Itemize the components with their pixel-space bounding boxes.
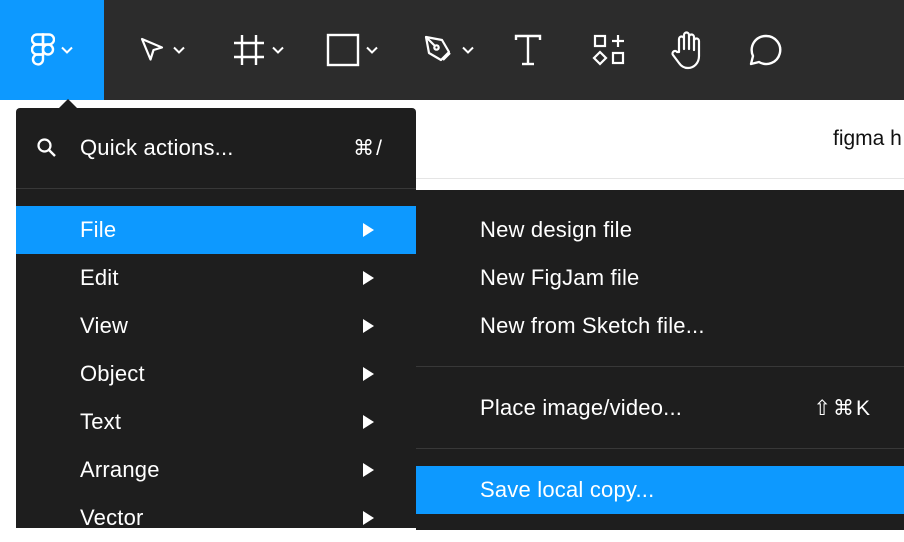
submenu-item-new-from-sketch[interactable]: New from Sketch file...: [416, 302, 904, 350]
canvas-divider: [416, 178, 904, 179]
menu-item-label: View: [80, 313, 129, 338]
pen-nib-icon: [424, 35, 451, 62]
rectangle-icon: [326, 33, 360, 67]
menu-item-object[interactable]: Object: [16, 350, 416, 398]
submenu-item-label: Place image/video...: [480, 395, 683, 420]
submenu-separator: [416, 448, 904, 449]
hand-icon: [671, 31, 701, 70]
chevron-down-icon: [366, 46, 378, 54]
toolbar: [0, 0, 904, 100]
comment-tool-button[interactable]: [742, 0, 790, 100]
submenu-item-label: New FigJam file: [480, 265, 640, 290]
menu-item-label: File: [80, 217, 117, 242]
submenu-item-new-design-file[interactable]: New design file: [416, 206, 904, 254]
quick-actions-item[interactable]: Quick actions... ⌘/: [16, 124, 416, 172]
search-icon: [37, 138, 56, 157]
chevron-down-icon: [173, 46, 185, 54]
submenu-arrow-icon: [363, 463, 374, 477]
figma-logo-icon: [31, 33, 55, 66]
main-menu-button[interactable]: [0, 0, 104, 100]
menu-item-label: Vector: [80, 505, 144, 530]
submenu-item-label: New design file: [480, 217, 633, 242]
shape-tool-button[interactable]: [318, 0, 386, 100]
menu-item-label: Arrange: [80, 457, 160, 482]
submenu-arrow-icon: [363, 415, 374, 429]
quick-actions-label: Quick actions...: [80, 135, 234, 160]
main-menu: Quick actions... ⌘/ File Edit View Objec…: [16, 108, 416, 530]
file-title: figma h: [833, 127, 902, 150]
submenu-item-new-figjam-file[interactable]: New FigJam file: [416, 254, 904, 302]
submenu-arrow-icon: [363, 271, 374, 285]
file-submenu: New design file New FigJam file New from…: [416, 190, 904, 530]
frame-hash-icon: [234, 35, 264, 65]
quick-actions-shortcut: ⌘/: [353, 136, 384, 160]
resources-icon: [592, 34, 625, 66]
menu-item-view[interactable]: View: [16, 302, 416, 350]
resources-tool-button[interactable]: [586, 0, 632, 100]
frame-tool-button[interactable]: [224, 0, 292, 100]
text-tool-button[interactable]: [506, 0, 550, 100]
submenu-arrow-icon: [363, 511, 374, 525]
pen-tool-button[interactable]: [414, 0, 482, 100]
submenu-arrow-icon: [363, 223, 374, 237]
submenu-item-save-local-copy[interactable]: Save local copy...: [416, 466, 904, 514]
text-t-icon: [514, 34, 542, 66]
menu-item-arrange[interactable]: Arrange: [16, 446, 416, 494]
menu-item-file[interactable]: File: [16, 206, 416, 254]
cursor-arrow-icon: [140, 37, 164, 61]
menu-item-label: Edit: [80, 265, 119, 290]
submenu-arrow-icon: [363, 319, 374, 333]
submenu-item-label: New from Sketch file...: [480, 313, 705, 338]
chevron-down-icon: [61, 46, 73, 54]
menu-item-vector[interactable]: Vector: [16, 494, 416, 542]
hand-tool-button[interactable]: [664, 0, 710, 100]
submenu-arrow-icon: [363, 367, 374, 381]
menu-separator: [16, 188, 416, 189]
place-image-shortcut: ⇧⌘K: [813, 396, 872, 420]
menu-item-label: Text: [80, 409, 122, 434]
menu-item-text[interactable]: Text: [16, 398, 416, 446]
move-tool-button[interactable]: [128, 0, 194, 100]
submenu-item-label: Save local copy...: [480, 477, 655, 502]
submenu-item-place-image[interactable]: Place image/video... ⇧⌘K: [416, 384, 904, 432]
comment-bubble-icon: [749, 34, 782, 66]
chevron-down-icon: [462, 46, 474, 54]
submenu-separator: [416, 366, 904, 367]
chevron-down-icon: [272, 46, 284, 54]
menu-item-label: Object: [80, 361, 145, 386]
menu-item-edit[interactable]: Edit: [16, 254, 416, 302]
